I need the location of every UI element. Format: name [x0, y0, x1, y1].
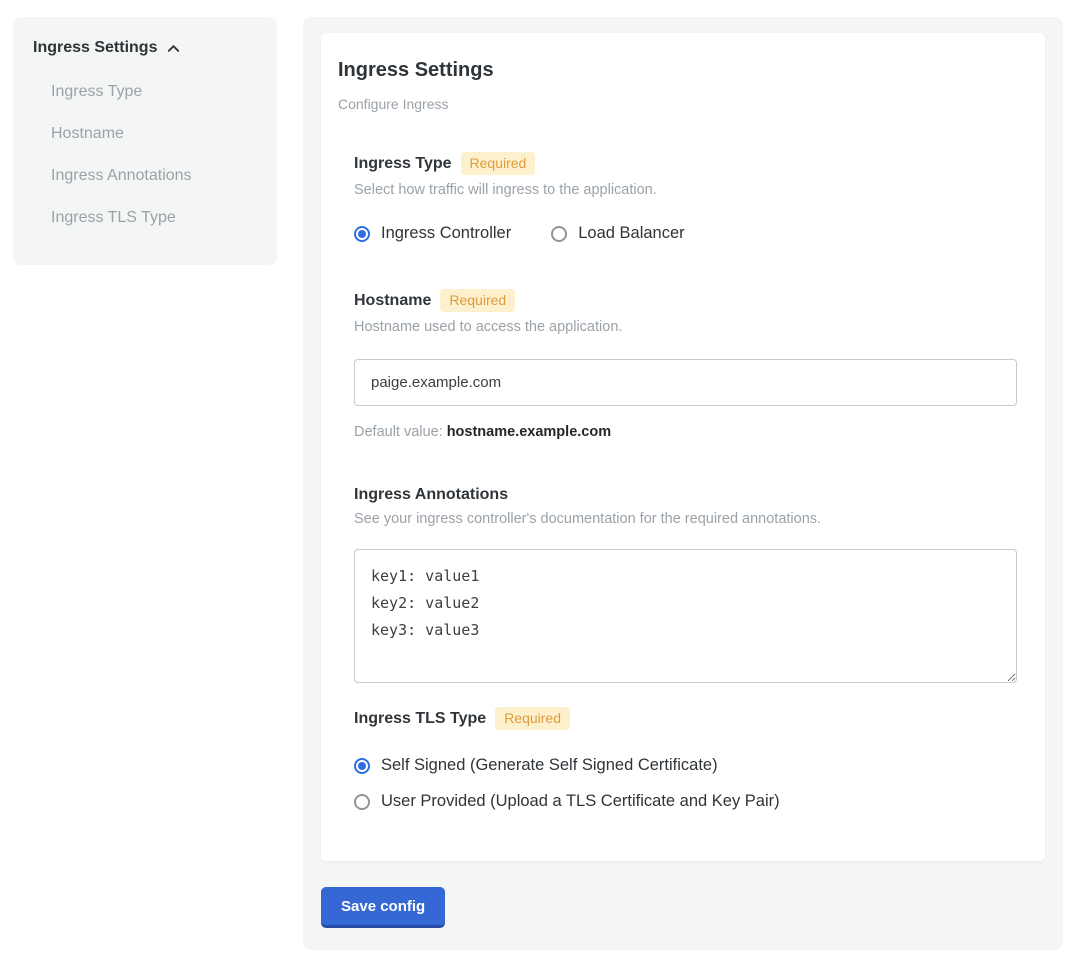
- section-ingress-tls-type: Ingress TLS Type Required Self Signed (G…: [354, 707, 1015, 811]
- hostname-label: Hostname: [354, 292, 431, 310]
- card-title: Ingress Settings: [338, 59, 1015, 82]
- card-subtitle: Configure Ingress: [338, 96, 1015, 112]
- annotations-textarea[interactable]: key1: value1 key2: value2 key3: value3: [354, 549, 1017, 683]
- radio-label: Ingress Controller: [381, 224, 511, 243]
- sidebar-item-hostname[interactable]: Hostname: [33, 113, 257, 155]
- section-ingress-annotations: Ingress Annotations See your ingress con…: [354, 486, 1015, 683]
- radio-label: Load Balancer: [578, 224, 684, 243]
- hostname-help: Hostname used to access the application.: [354, 319, 1015, 335]
- radio-icon: [354, 758, 370, 774]
- sidebar-item-ingress-tls-type[interactable]: Ingress TLS Type: [33, 197, 257, 239]
- sidebar-item-ingress-type[interactable]: Ingress Type: [33, 71, 257, 113]
- radio-option-ingress-controller[interactable]: Ingress Controller: [354, 224, 511, 243]
- required-badge: Required: [461, 152, 536, 175]
- radio-label: Self Signed (Generate Self Signed Certif…: [381, 756, 718, 775]
- ingress-type-help: Select how traffic will ingress to the a…: [354, 182, 1015, 198]
- sidebar-item-list: Ingress Type Hostname Ingress Annotation…: [33, 71, 257, 239]
- default-value-label: Default value:: [354, 424, 443, 440]
- sidebar-group-ingress-settings[interactable]: Ingress Settings: [33, 39, 257, 57]
- section-hostname: Hostname Required Hostname used to acces…: [354, 289, 1015, 440]
- chevron-up-icon: [166, 41, 181, 56]
- radio-icon: [551, 226, 567, 242]
- radio-option-load-balancer[interactable]: Load Balancer: [551, 224, 684, 243]
- radio-icon: [354, 226, 370, 242]
- hostname-default-line: Default value: hostname.example.com: [354, 424, 1015, 440]
- ingress-settings-card: Ingress Settings Configure Ingress Ingre…: [321, 33, 1045, 861]
- sidebar-group-label: Ingress Settings: [33, 39, 157, 57]
- ingress-type-label: Ingress Type: [354, 155, 452, 173]
- config-nav-sidebar: Ingress Settings Ingress Type Hostname I…: [13, 17, 277, 265]
- sidebar-item-ingress-annotations[interactable]: Ingress Annotations: [33, 155, 257, 197]
- tls-type-label: Ingress TLS Type: [354, 710, 486, 728]
- radio-label: User Provided (Upload a TLS Certificate …: [381, 792, 780, 811]
- tls-type-radio-group: Self Signed (Generate Self Signed Certif…: [354, 756, 1015, 811]
- ingress-type-radio-group: Ingress Controller Load Balancer: [354, 224, 1015, 243]
- required-badge: Required: [440, 289, 515, 312]
- required-badge: Required: [495, 707, 570, 730]
- config-panel: Ingress Settings Configure Ingress Ingre…: [303, 17, 1063, 950]
- hostname-input[interactable]: [354, 359, 1017, 406]
- section-ingress-type: Ingress Type Required Select how traffic…: [354, 152, 1015, 243]
- save-config-button[interactable]: Save config: [321, 887, 445, 928]
- radio-option-user-provided[interactable]: User Provided (Upload a TLS Certificate …: [354, 792, 1015, 811]
- default-value-text: hostname.example.com: [447, 424, 611, 440]
- page: Ingress Settings Ingress Type Hostname I…: [0, 0, 1090, 967]
- annotations-label: Ingress Annotations: [354, 486, 508, 504]
- annotations-help: See your ingress controller's documentat…: [354, 511, 1015, 527]
- radio-option-self-signed[interactable]: Self Signed (Generate Self Signed Certif…: [354, 756, 1015, 775]
- radio-icon: [354, 794, 370, 810]
